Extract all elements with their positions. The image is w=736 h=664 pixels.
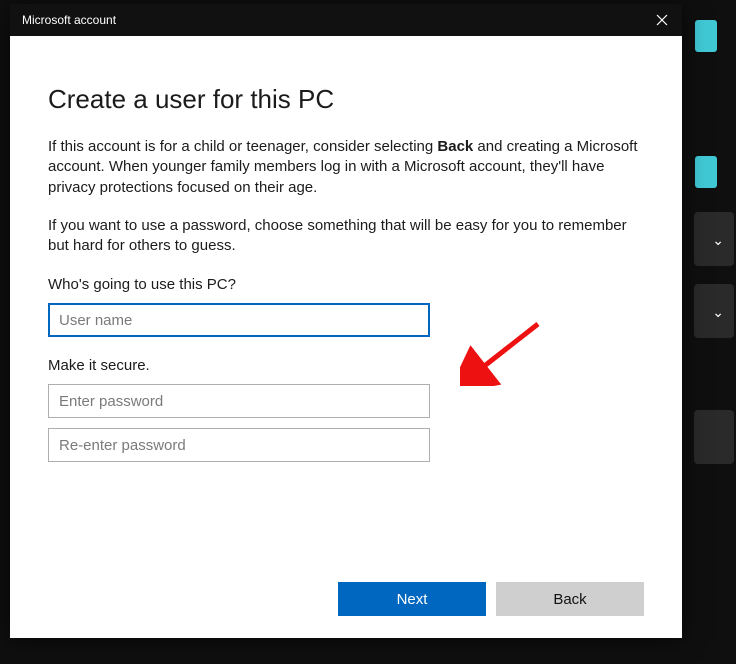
window-title: Microsoft account — [22, 13, 116, 27]
chevron-down-icon: ⌄ — [712, 304, 724, 321]
close-button[interactable] — [642, 4, 682, 36]
account-dialog: Microsoft account Create a user for this… — [10, 4, 682, 638]
dialog-buttons: Next Back — [338, 582, 644, 616]
bg-panel — [694, 410, 734, 464]
intro-paragraph-2: If you want to use a password, choose so… — [48, 216, 644, 257]
page-title: Create a user for this PC — [48, 84, 644, 115]
confirm-password-input[interactable] — [48, 428, 430, 462]
intro-1-bold: Back — [437, 138, 473, 155]
intro-1-pre: If this account is for a child or teenag… — [48, 138, 437, 155]
back-button[interactable]: Back — [496, 582, 644, 616]
bg-tile — [695, 20, 717, 52]
username-label: Who's going to use this PC? — [48, 276, 644, 293]
password-input[interactable] — [48, 384, 430, 418]
annotation-arrow — [460, 316, 550, 386]
intro-paragraph-1: If this account is for a child or teenag… — [48, 137, 644, 198]
chevron-down-icon: ⌄ — [712, 232, 724, 249]
dialog-content: Create a user for this PC If this accoun… — [10, 36, 682, 638]
close-icon — [656, 14, 668, 26]
bg-tile — [695, 156, 717, 188]
titlebar: Microsoft account — [10, 4, 682, 36]
username-input[interactable] — [48, 303, 430, 337]
secure-label: Make it secure. — [48, 357, 644, 374]
next-button[interactable]: Next — [338, 582, 486, 616]
